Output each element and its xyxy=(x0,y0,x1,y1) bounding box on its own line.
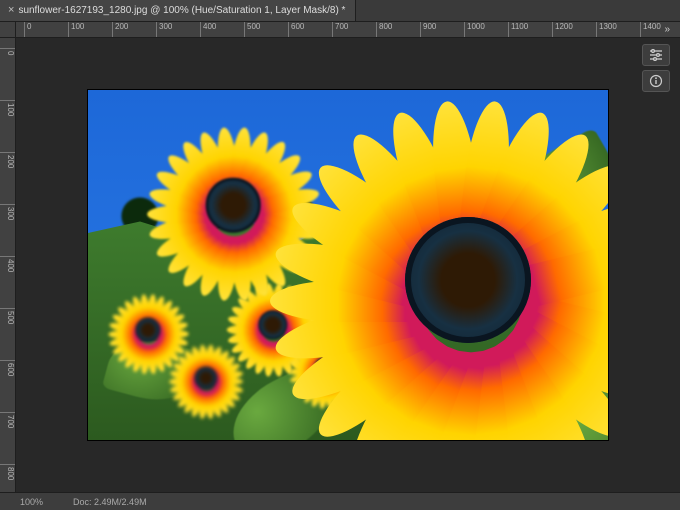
image-flower-disk xyxy=(194,366,217,389)
ruler-v-tick: 700 xyxy=(0,412,15,428)
image-sunflower-bg xyxy=(178,350,233,405)
ruler-h-tick: 700 xyxy=(332,22,348,37)
info-panel-button[interactable] xyxy=(642,70,670,92)
ruler-origin[interactable] xyxy=(0,22,16,38)
ruler-v-tick: 600 xyxy=(0,360,15,376)
status-doc-size: Doc: 2.49M/2.49M xyxy=(73,497,147,507)
ruler-h-tick: 1300 xyxy=(596,22,617,37)
ruler-v-tick: 300 xyxy=(0,204,15,220)
ruler-v-tick: 800 xyxy=(0,464,15,480)
ruler-v-tick: 500 xyxy=(0,308,15,324)
ruler-v-tick: 100 xyxy=(0,100,15,116)
ruler-h-tick: 1200 xyxy=(552,22,573,37)
ruler-h-tick: 200 xyxy=(112,22,128,37)
ruler-h-tick: 400 xyxy=(200,22,216,37)
adjustments-panel-button[interactable] xyxy=(642,44,670,66)
image-sunflower-main xyxy=(318,130,608,430)
image-flower-disk xyxy=(206,178,261,233)
collapse-panel-icon[interactable]: » xyxy=(664,24,670,35)
ruler-h-tick: 300 xyxy=(156,22,172,37)
image-sunflower-bg xyxy=(118,300,178,360)
canvas-viewport[interactable] xyxy=(16,38,680,492)
status-zoom[interactable]: 100% xyxy=(20,497,43,507)
ruler-v-tick: 200 xyxy=(0,152,15,168)
info-icon xyxy=(649,74,663,88)
ruler-h-tick: 600 xyxy=(288,22,304,37)
ruler-v-tick: 0 xyxy=(0,48,15,55)
ruler-vertical[interactable]: 0 100 200 300 400 500 600 700 800 xyxy=(0,38,16,492)
ruler-h-tick: 500 xyxy=(244,22,260,37)
collapsed-panel-dock xyxy=(642,44,674,92)
ruler-horizontal[interactable]: 2001000100200300400500600700800900100011… xyxy=(16,22,680,38)
tab-title: sunflower-1627193_1280.jpg @ 100% (Hue/S… xyxy=(18,5,345,16)
ruler-v-tick: 400 xyxy=(0,256,15,272)
document-tab[interactable]: × sunflower-1627193_1280.jpg @ 100% (Hue… xyxy=(0,0,356,21)
ruler-h-tick: 800 xyxy=(376,22,392,37)
ruler-h-tick: 900 xyxy=(420,22,436,37)
ruler-h-tick: 100 xyxy=(68,22,84,37)
document-canvas[interactable] xyxy=(88,90,608,440)
image-flower-disk xyxy=(405,217,531,343)
document-tab-bar: × sunflower-1627193_1280.jpg @ 100% (Hue… xyxy=(0,0,680,22)
status-bar: 100% Doc: 2.49M/2.49M xyxy=(0,492,680,510)
tab-close-icon[interactable]: × xyxy=(8,5,14,16)
ruler-h-tick: 1400 xyxy=(640,22,661,37)
ruler-h-tick: 1000 xyxy=(464,22,485,37)
sliders-icon xyxy=(649,49,663,61)
ruler-h-tick: 0 xyxy=(24,22,31,37)
ruler-h-tick: 1100 xyxy=(508,22,528,37)
